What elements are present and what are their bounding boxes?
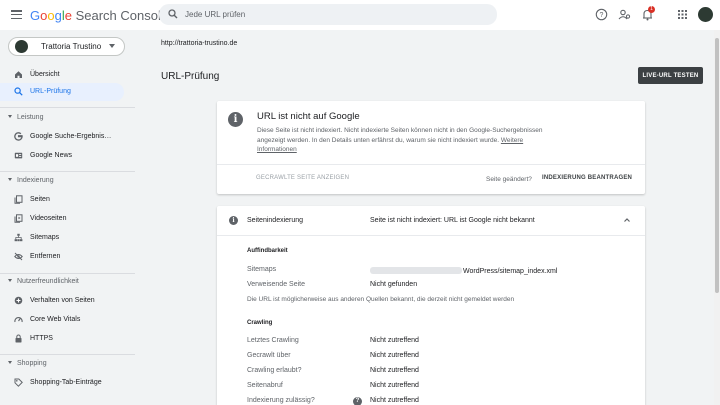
chevron-down-icon (109, 44, 115, 48)
referring-page-value: Nicht gefunden (370, 281, 418, 288)
sidebar-item-url-inspection[interactable]: URL-Prüfung (0, 83, 124, 101)
news-icon (14, 152, 23, 159)
sidebar-item-pages[interactable]: Seiten (0, 191, 124, 209)
sidebar-item-overview[interactable]: Übersicht (0, 66, 124, 84)
divider (0, 171, 135, 172)
help-icon[interactable]: ? (595, 8, 608, 21)
gauge-icon (14, 317, 23, 323)
search-icon (168, 9, 178, 19)
url-status-card: i URL ist nicht auf Google Diese Seite i… (217, 101, 645, 194)
crawl-row-value: Nicht zutreffend (370, 367, 419, 374)
property-avatar (15, 40, 28, 53)
discovery-section-title: Auffindbarkeit (247, 248, 288, 254)
top-bar: Google Search Console ? 1 (0, 0, 720, 30)
help-icon[interactable]: ? (353, 397, 362, 405)
search-console-logo[interactable]: Google Search Console (30, 8, 168, 23)
divider (0, 273, 135, 274)
chevron-down-icon (8, 115, 12, 118)
chevron-up-icon[interactable] (623, 216, 631, 224)
page-indexing-status: Seite ist nicht indexiert: URL ist Googl… (370, 217, 535, 224)
crawl-row-key: Seitenabruf (247, 382, 283, 389)
home-icon (15, 71, 22, 78)
chevron-down-icon (8, 178, 12, 181)
test-live-url-button[interactable]: LIVE-URL TESTEN (638, 67, 703, 84)
url-search-bar[interactable] (159, 4, 497, 25)
crawling-section-title: Crawling (247, 320, 273, 326)
page-changed-label: Seite geändert? (486, 176, 532, 183)
sidebar-item-sitemaps[interactable]: Sitemaps (0, 229, 124, 247)
tag-icon (14, 378, 23, 387)
section-header-experience[interactable]: Nutzerfreundlichkeit (8, 278, 79, 285)
sidebar-item-google-news[interactable]: Google News (0, 147, 124, 165)
sidebar: Trattoria Trustino Übersicht URL-Prüfung… (0, 30, 135, 405)
menu-icon[interactable] (11, 10, 22, 20)
scrollbar[interactable] (714, 30, 720, 405)
page-indexing-label: Seitenindexierung (247, 217, 304, 224)
search-input[interactable] (185, 6, 485, 23)
crawl-row-key: Gecrawlt über (247, 352, 291, 359)
info-icon: i (228, 112, 243, 127)
sitemaps-key: Sitemaps (247, 266, 277, 273)
redacted-url-prefix (370, 267, 462, 274)
chevron-down-icon (8, 361, 12, 364)
section-header-shopping[interactable]: Shopping (8, 360, 47, 367)
lock-icon (15, 334, 22, 343)
info-icon: i (229, 216, 238, 225)
sidebar-item-page-experience[interactable]: Verhalten von Seiten (0, 292, 124, 310)
crawl-row-value: Nicht zutreffend (370, 337, 419, 344)
view-crawled-page-button[interactable]: GECRAWLTE SEITE ANZEIGEN (256, 175, 349, 181)
status-description: Diese Seite ist nicht indexiert. Nicht i… (257, 127, 543, 153)
inspected-url: http://trattoria-trustino.de (161, 40, 238, 47)
sidebar-item-removals[interactable]: Entfernen (0, 248, 124, 266)
notification-badge: 1 (648, 6, 655, 13)
crawl-row-key: Indexierung zulässig? (247, 397, 315, 404)
apps-grid-icon[interactable] (676, 8, 689, 21)
page-title: URL-Prüfung (161, 71, 220, 82)
sidebar-item-video-pages[interactable]: Videoseiten (0, 210, 124, 228)
section-header-performance[interactable]: Leistung (8, 114, 43, 121)
logo-suffix: Search Console (75, 8, 169, 23)
divider (217, 164, 645, 165)
crawl-row-key: Letztes Crawling (247, 337, 299, 344)
divider (0, 354, 135, 355)
pages-icon (14, 195, 23, 204)
video-pages-icon (14, 214, 23, 223)
sitemap-icon (14, 233, 23, 242)
crawl-row-value: Nicht zutreffend (370, 397, 419, 404)
discovery-note: Die URL ist möglicherweise aus anderen Q… (247, 296, 515, 303)
section-header-indexing[interactable]: Indexierung (8, 177, 54, 184)
crawl-row-value: Nicht zutreffend (370, 382, 419, 389)
property-selector[interactable]: Trattoria Trustino (8, 37, 125, 56)
search-icon (14, 87, 23, 96)
chevron-down-icon (8, 279, 12, 282)
page-indexing-header[interactable]: i Seitenindexierung Seite ist nicht inde… (217, 206, 645, 236)
scrollbar-thumb[interactable] (715, 38, 719, 293)
google-g-icon (14, 132, 23, 141)
referring-page-key: Verweisende Seite (247, 281, 305, 288)
sidebar-item-core-web-vitals[interactable]: Core Web Vitals (0, 311, 124, 329)
plus-circle-icon (14, 296, 23, 305)
sidebar-item-shopping-tab[interactable]: Shopping-Tab-Einträge (0, 374, 124, 392)
sidebar-item-https[interactable]: HTTPS (0, 330, 124, 348)
request-indexing-button[interactable]: INDEXIERUNG BEANTRAGEN (542, 175, 632, 181)
status-title: URL ist nicht auf Google (257, 111, 360, 122)
sidebar-item-google-search[interactable]: Google Suche-Ergebnis… (0, 128, 124, 146)
divider (0, 107, 135, 108)
crawl-row-value: Nicht zutreffend (370, 352, 419, 359)
sitemaps-value: WordPress/sitemap_index.xml (370, 267, 557, 275)
users-settings-icon[interactable] (618, 8, 631, 21)
account-avatar[interactable] (698, 7, 713, 22)
crawl-row-key: Crawling erlaubt? (247, 367, 302, 374)
property-name: Trattoria Trustino (41, 42, 102, 51)
svg-text:?: ? (600, 12, 604, 19)
page-indexing-card: i Seitenindexierung Seite ist nicht inde… (217, 206, 645, 405)
remove-icon (14, 252, 23, 261)
